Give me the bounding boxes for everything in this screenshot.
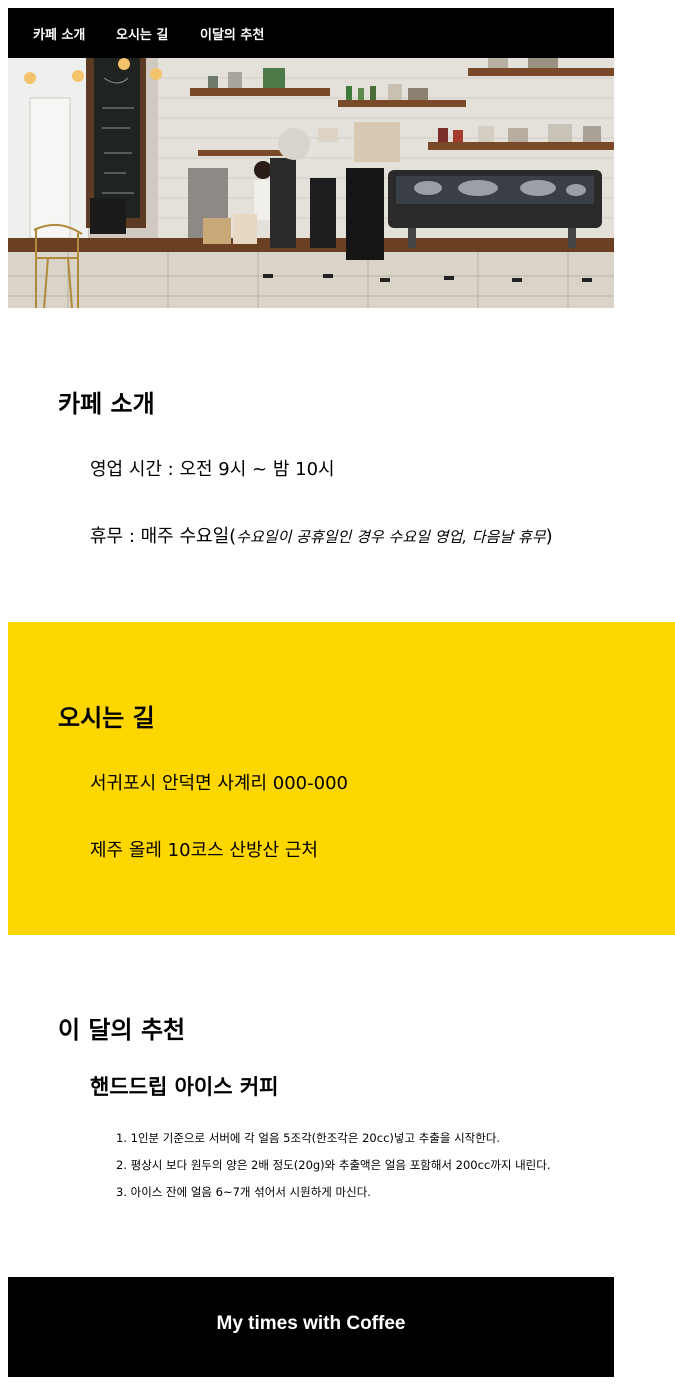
recipe-step: 1. 1인분 기준으로 서버에 각 얼음 5조각(한조각은 20cc)넣고 추출… — [116, 1131, 501, 1145]
closed-days-label: 휴무 : 매주 수요일( — [90, 526, 237, 547]
section-title-monthly-pick: 이 달의 추천 — [58, 1016, 186, 1044]
hero-image — [8, 58, 614, 308]
business-hours: 영업 시간 : 오전 9시 ~ 밤 10시 — [90, 459, 335, 480]
section-title-directions: 오시는 길 — [58, 704, 155, 732]
recommended-item-title: 핸드드립 아이스 커피 — [90, 1075, 279, 1099]
closed-days-suffix: ) — [545, 526, 553, 547]
nav-item-cafe-intro[interactable]: 카페 소개 — [33, 8, 85, 58]
footer-text: My times with Coffee — [216, 1313, 406, 1334]
footer: My times with Coffee — [8, 1277, 614, 1377]
section-title-cafe-intro: 카페 소개 — [58, 390, 155, 418]
closed-days: 휴무 : 매주 수요일(수요일이 공휴일인 경우 수요일 영업, 다음날 휴무) — [90, 522, 553, 548]
recipe-step: 2. 평상시 보다 원두의 양은 2배 정도(20g)와 추출액은 얼음 포함해… — [116, 1158, 551, 1172]
top-nav: 카페 소개 오시는 길 이달의 추천 — [8, 8, 614, 58]
nav-item-directions[interactable]: 오시는 길 — [116, 8, 168, 58]
address: 서귀포시 안덕면 사계리 000-000 — [90, 773, 348, 794]
landmark: 제주 올레 10코스 산방산 근처 — [90, 840, 318, 861]
nav-item-monthly-pick[interactable]: 이달의 추천 — [200, 8, 264, 58]
recipe-steps: 1. 1인분 기준으로 서버에 각 얼음 5조각(한조각은 20cc)넣고 추출… — [116, 1125, 550, 1206]
recipe-step: 3. 아이스 잔에 얼음 6~7개 섞어서 시원하게 마신다. — [116, 1185, 371, 1199]
closed-days-note: 수요일이 공휴일인 경우 수요일 영업, 다음날 휴무 — [236, 528, 546, 546]
